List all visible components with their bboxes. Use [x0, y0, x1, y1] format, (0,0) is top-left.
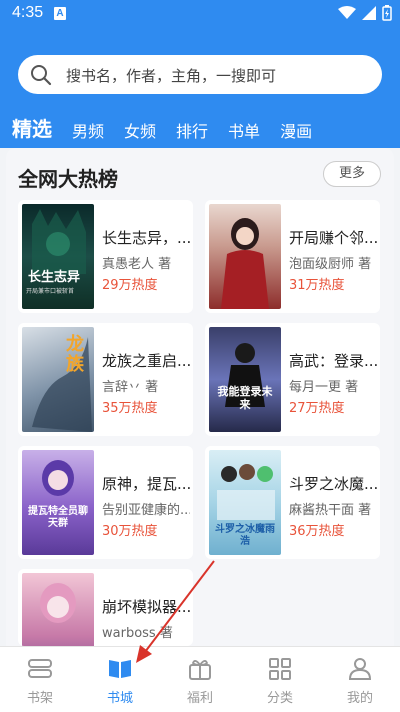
book-cover: 长生志异 开局兼市口被斩首 [22, 204, 94, 309]
book-heat: 27万热度 [289, 401, 345, 416]
cover-subtitle: 开局兼市口被斩首 [26, 288, 75, 295]
book-title: 斗罗之冰魔... [289, 475, 377, 493]
book-author: 告别亚健康的... [102, 503, 190, 518]
book-heat: 30万热度 [102, 524, 158, 539]
book-title: 长生志异，... [102, 229, 190, 247]
book-author: 真愚老人 著 [102, 257, 172, 272]
more-button[interactable]: 更多 [323, 161, 381, 187]
book-title: 龙族之重启... [102, 352, 190, 370]
battery-icon [382, 5, 392, 21]
search-bar[interactable]: 搜书名，作者，主角，一搜即可 [18, 55, 382, 94]
category-tabs: 精选 男频 女频 排行 书单 漫画 [12, 108, 332, 142]
cover-title: 长生志异 [28, 270, 81, 285]
search-placeholder: 搜书名，作者，主角，一搜即可 [66, 67, 277, 85]
tab-comics[interactable]: 漫画 [280, 118, 312, 142]
status-bar: 4:35 A [0, 0, 400, 30]
nav-label: 书城 [106, 691, 133, 706]
wifi-icon [338, 6, 356, 19]
book-title: 原神，提瓦... [102, 475, 190, 493]
nav-label: 福利 [186, 691, 213, 706]
notification-icon: A [54, 7, 66, 20]
bookshelf-icon [28, 659, 52, 678]
nav-label: 书架 [26, 691, 53, 706]
book-cover [22, 573, 94, 646]
bottom-nav: 书架 书城 福利 分类 我的 [0, 646, 400, 712]
book-card[interactable]: 开局赚个邻... 泡面级厨师 著 31万热度 [205, 200, 380, 313]
search-icon [31, 65, 52, 86]
cover-title: 我能登录未来 [217, 385, 273, 411]
book-heat: 29万热度 [102, 278, 158, 293]
book-heat: 31万热度 [289, 278, 345, 293]
book-author: 麻酱热干面 著 [289, 503, 372, 518]
book-cover: 龙族 [22, 327, 94, 432]
book-card[interactable]: 长生志异 开局兼市口被斩首 长生志异，... 真愚老人 著 29万热度 [18, 200, 193, 313]
nav-bookshelf[interactable]: 书架 [0, 647, 80, 712]
book-author: warboss 著 [102, 626, 173, 641]
nav-label: 我的 [346, 691, 373, 706]
book-card[interactable]: 斗罗之冰魔雨浩 斗罗之冰魔... 麻酱热干面 著 36万热度 [205, 446, 380, 559]
book-cover: 提瓦特全员聊天群 [22, 450, 94, 555]
section-title: 全网大热榜 [18, 167, 118, 191]
tab-female[interactable]: 女频 [124, 118, 156, 142]
cover-title: 龙族 [66, 334, 84, 375]
tab-ranking[interactable]: 排行 [176, 118, 208, 142]
signal-icon [362, 6, 376, 20]
gift-icon [189, 660, 211, 680]
book-card[interactable]: 龙族 龙族之重启... 言辞丷 著 35万热度 [18, 323, 193, 436]
open-book-icon [109, 660, 131, 678]
tab-booklist[interactable]: 书单 [228, 118, 260, 142]
book-heat: 35万热度 [102, 401, 158, 416]
book-title: 开局赚个邻... [289, 229, 377, 247]
status-time: 4:35 [12, 4, 44, 21]
nav-profile[interactable]: 我的 [320, 647, 400, 712]
status-icons [338, 5, 392, 21]
tab-male[interactable]: 男频 [72, 118, 104, 142]
book-author: 每月一更 著 [289, 380, 359, 395]
nav-welfare[interactable]: 福利 [160, 647, 240, 712]
book-card[interactable]: 提瓦特全员聊天群 原神，提瓦... 告别亚健康的... 30万热度 [18, 446, 193, 559]
book-card[interactable]: 崩坏模拟器... warboss 著 [18, 569, 193, 646]
cover-title: 提瓦特全员聊天群 [28, 506, 88, 529]
book-cover: 斗罗之冰魔雨浩 [209, 450, 281, 555]
nav-bookstore[interactable]: 书城 [80, 647, 160, 712]
nav-label: 分类 [266, 691, 293, 706]
book-card[interactable]: 我能登录未来 高武：登录... 每月一更 著 27万热度 [205, 323, 380, 436]
book-author: 言辞丷 著 [102, 380, 159, 395]
book-author: 泡面级厨师 著 [289, 257, 372, 272]
book-cover: 我能登录未来 [209, 327, 281, 432]
book-title: 高武：登录... [289, 352, 377, 370]
grid-icon [269, 658, 291, 680]
nav-category[interactable]: 分类 [240, 647, 320, 712]
book-heat: 36万热度 [289, 524, 345, 539]
book-title: 崩坏模拟器... [102, 598, 190, 616]
tab-featured[interactable]: 精选 [12, 113, 52, 142]
user-icon [348, 658, 372, 680]
cover-title: 斗罗之冰魔雨浩 [215, 524, 275, 547]
book-cover [209, 204, 281, 309]
